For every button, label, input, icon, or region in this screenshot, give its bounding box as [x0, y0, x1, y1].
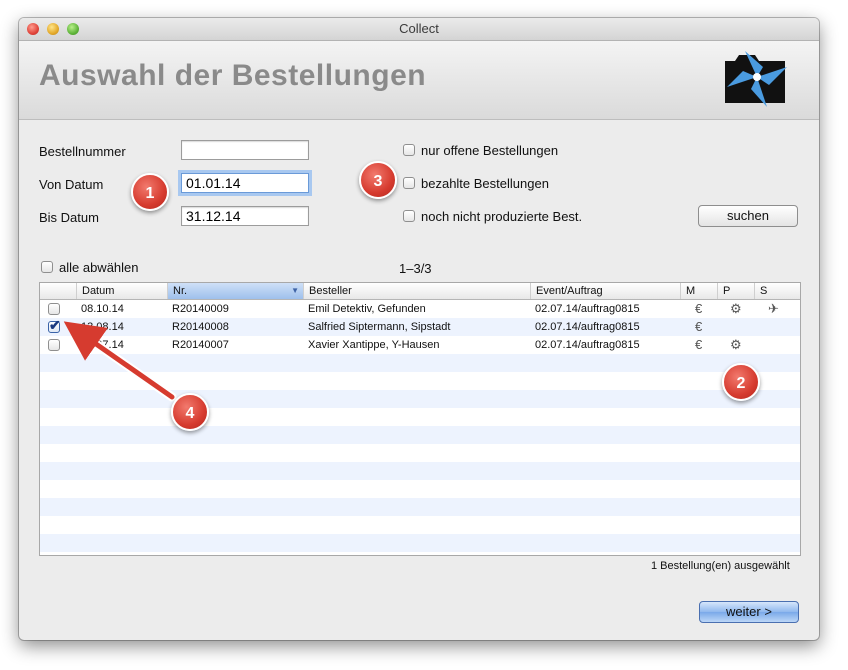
close-window-button[interactable] [27, 23, 39, 35]
row-number: R20140009 [172, 303, 229, 315]
row-event: 02.07.14/auftrag0815 [535, 321, 640, 333]
column-header-s[interactable]: S [754, 283, 791, 299]
order-number-label: Bestellnummer [39, 144, 126, 159]
to-date-label: Bis Datum [39, 210, 99, 225]
zoom-window-button[interactable] [67, 23, 79, 35]
empty-row [40, 516, 800, 534]
empty-row [40, 354, 800, 372]
column-header-m[interactable]: M [680, 283, 717, 299]
annotation-badge-3: 3 [359, 161, 397, 199]
from-date-input[interactable] [181, 173, 309, 193]
row-date: 13.08.14 [81, 321, 124, 333]
annotation-badge-2: 2 [722, 363, 760, 401]
column-header-number-label: Nr. [173, 285, 188, 297]
gear-icon: ⚙ [730, 337, 742, 352]
title-bar[interactable]: Collect [19, 18, 819, 41]
order-number-input[interactable] [181, 140, 309, 160]
collect-logo-icon [725, 51, 787, 107]
open-orders-checkbox[interactable] [403, 144, 415, 156]
row-date: 02.07.14 [81, 339, 124, 351]
column-header-p[interactable]: P [717, 283, 754, 299]
orders-table[interactable]: Datum Nr. ▼ Besteller Event/Auftrag M P … [39, 282, 801, 556]
open-orders-label[interactable]: nur offene Bestellungen [421, 143, 558, 158]
empty-row [40, 444, 800, 462]
empty-row [40, 408, 800, 426]
minimize-window-button[interactable] [47, 23, 59, 35]
not-produced-checkbox[interactable] [403, 210, 415, 222]
header-banner: Auswahl der Bestellungen [19, 41, 819, 120]
euro-icon: € [695, 337, 703, 352]
row-date: 08.10.14 [81, 303, 124, 315]
table-row[interactable]: ✔ 13.08.14 R20140008 Salfried Siptermann… [40, 318, 800, 336]
euro-icon: € [695, 319, 703, 334]
row-customer: Emil Detektiv, Gefunden [308, 303, 426, 315]
checkmark-icon: ✔ [49, 317, 61, 333]
table-row[interactable]: 08.10.14 R20140009 Emil Detektiv, Gefund… [40, 300, 800, 318]
empty-row [40, 462, 800, 480]
column-header-customer[interactable]: Besteller [303, 283, 530, 299]
table-header: Datum Nr. ▼ Besteller Event/Auftrag M P … [40, 283, 800, 300]
window-title: Collect [399, 21, 439, 36]
app-window: Collect Auswahl der Bestellungen Bestell… [19, 18, 819, 640]
table-row[interactable]: 02.07.14 R20140007 Xavier Xantippe, Y-Ha… [40, 336, 800, 354]
annotation-badge-4: 4 [171, 393, 209, 431]
row-customer: Xavier Xantippe, Y-Hausen [308, 339, 440, 351]
annotation-badge-1: 1 [131, 173, 169, 211]
row-number: R20140008 [172, 321, 229, 333]
row-checkbox[interactable] [48, 339, 60, 351]
empty-row [40, 372, 800, 390]
select-all-label[interactable]: alle abwählen [59, 260, 139, 275]
empty-row [40, 498, 800, 516]
to-date-input[interactable] [181, 206, 309, 226]
row-event: 02.07.14/auftrag0815 [535, 339, 640, 351]
empty-row [40, 534, 800, 552]
row-checkbox[interactable]: ✔ [48, 317, 61, 333]
sort-descending-icon: ▼ [291, 286, 299, 295]
from-date-label: Von Datum [39, 177, 104, 192]
not-produced-label[interactable]: noch nicht produzierte Best. [421, 209, 582, 224]
select-all-checkbox[interactable] [41, 261, 53, 273]
next-button[interactable]: weiter > [699, 601, 799, 623]
row-customer: Salfried Siptermann, Sipstadt [308, 321, 451, 333]
column-header-number[interactable]: Nr. ▼ [167, 283, 303, 299]
page-title: Auswahl der Bestellungen [39, 59, 427, 92]
euro-icon: € [695, 301, 703, 316]
paid-orders-checkbox[interactable] [403, 177, 415, 189]
row-number: R20140007 [172, 339, 229, 351]
result-counter: 1–3/3 [399, 261, 432, 276]
airplane-icon: ✈ [768, 301, 779, 316]
selection-status: 1 Bestellung(en) ausgewählt [651, 560, 790, 572]
gear-icon: ⚙ [730, 301, 742, 316]
search-button[interactable]: suchen [698, 205, 798, 227]
column-header-date[interactable]: Datum [76, 283, 167, 299]
paid-orders-label[interactable]: bezahlte Bestellungen [421, 176, 549, 191]
empty-row [40, 390, 800, 408]
row-event: 02.07.14/auftrag0815 [535, 303, 640, 315]
empty-row [40, 480, 800, 498]
empty-row [40, 426, 800, 444]
column-header-event[interactable]: Event/Auftrag [530, 283, 680, 299]
row-checkbox[interactable] [48, 303, 60, 315]
